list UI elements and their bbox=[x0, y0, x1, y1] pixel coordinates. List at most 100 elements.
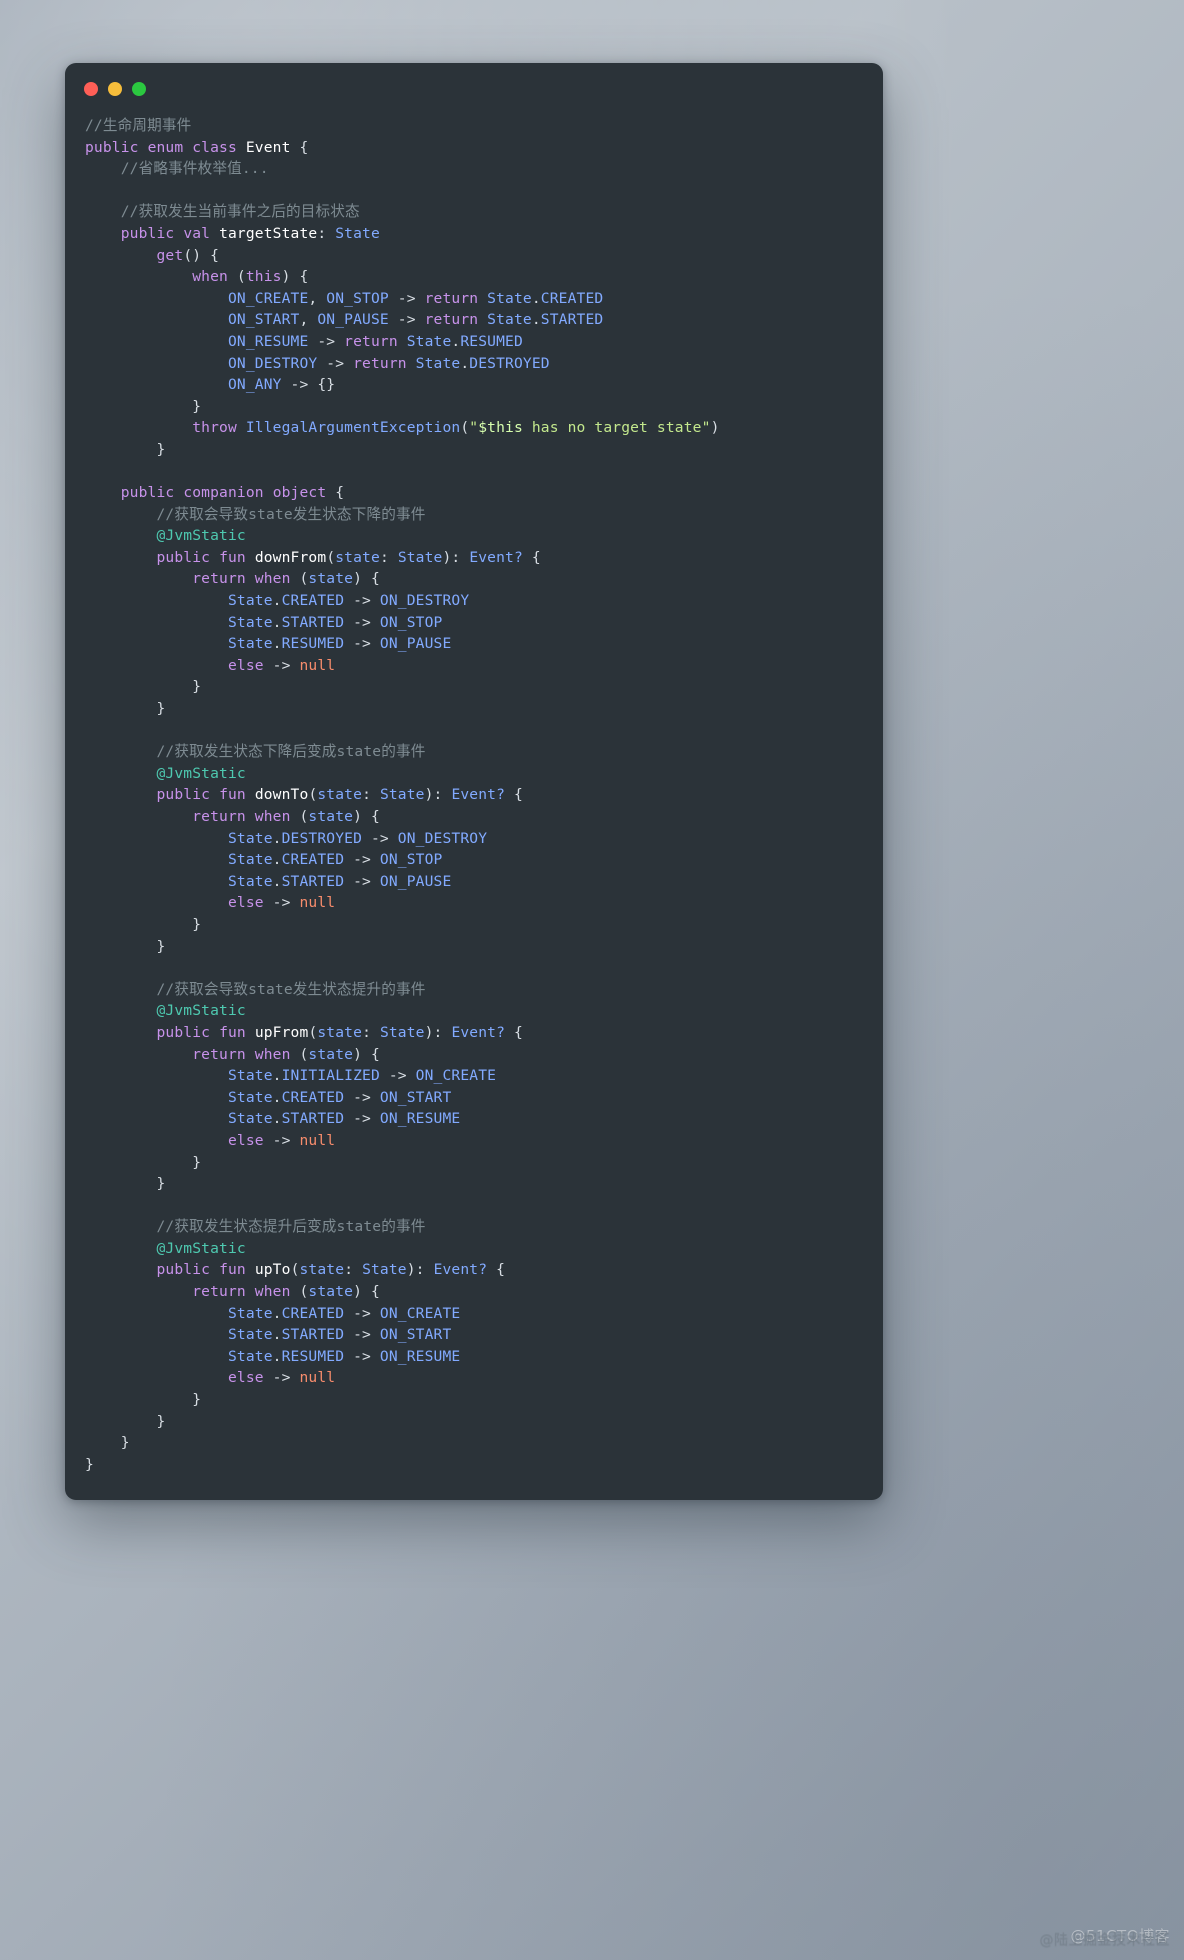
code-token-pun: : bbox=[362, 1023, 380, 1041]
code-token-kw: public bbox=[120, 484, 175, 502]
code-token-enm: DESTROYED bbox=[281, 829, 363, 847]
code-token-pun bbox=[139, 139, 148, 156]
code-token-pun: } bbox=[156, 937, 166, 955]
code-token-pun: } bbox=[120, 1434, 130, 1452]
code-token-pun: : bbox=[317, 224, 336, 242]
code-token-pun: { bbox=[290, 138, 309, 156]
code-token-kw: public bbox=[156, 1261, 211, 1279]
code-token-pun: } bbox=[192, 1391, 202, 1409]
minimize-window-button[interactable] bbox=[108, 82, 122, 96]
code-token-op: -> bbox=[362, 829, 398, 847]
code-token-enm: STARTED bbox=[281, 872, 345, 890]
code-token-enm: CREATED bbox=[281, 592, 345, 610]
code-line: } bbox=[85, 676, 883, 698]
code-token-pun: ): bbox=[424, 786, 452, 804]
code-token-typ: State bbox=[227, 1326, 273, 1344]
code-token-op: -> bbox=[263, 1369, 300, 1387]
code-token-enm: ON_STOP bbox=[326, 289, 389, 307]
code-token-enm: ON_STOP bbox=[379, 613, 443, 631]
code-token-pun bbox=[210, 786, 219, 803]
code-line: get() { bbox=[85, 245, 883, 267]
code-line: return when (state) { bbox=[85, 568, 883, 590]
code-token-pun: ( bbox=[460, 419, 470, 437]
close-window-button[interactable] bbox=[84, 82, 98, 96]
code-token-str: has no target state" bbox=[522, 419, 711, 437]
code-token-kw: return bbox=[424, 289, 479, 307]
code-token-cmt: //获取会导致state发生状态下降的事件 bbox=[156, 505, 426, 523]
code-token-typ: State bbox=[227, 1304, 273, 1322]
code-token-ann: @JvmStatic bbox=[156, 1002, 246, 1020]
code-line: } bbox=[85, 1411, 883, 1433]
code-token-enm: INITIALIZED bbox=[281, 1067, 380, 1085]
code-token-pun bbox=[398, 333, 407, 350]
code-token-cmt: //获取发生状态提升后变成state的事件 bbox=[156, 1218, 426, 1236]
code-line: //获取会导致state发生状态下降的事件 bbox=[85, 504, 883, 526]
code-token-typ: State bbox=[487, 311, 532, 329]
code-token-pun: . bbox=[272, 592, 282, 610]
code-line: @JvmStatic bbox=[85, 763, 883, 785]
code-line: else -> null bbox=[85, 892, 883, 914]
code-token-cmt: //获取发生当前事件之后的目标状态 bbox=[120, 203, 360, 221]
code-line: else -> null bbox=[85, 655, 883, 677]
code-token-op: -> bbox=[317, 354, 354, 372]
code-token-pun: } bbox=[156, 440, 166, 458]
code-token-pun: } bbox=[156, 700, 166, 718]
code-token-pun: . bbox=[272, 872, 282, 890]
code-token-enm: RESUMED bbox=[281, 1347, 345, 1365]
code-token-pun bbox=[246, 1261, 255, 1278]
code-token-pun: ( bbox=[326, 548, 336, 566]
code-token-kw: else bbox=[227, 1131, 264, 1149]
code-token-typ: state bbox=[335, 548, 380, 566]
code-token-kw: object bbox=[272, 484, 327, 502]
code-line: } bbox=[85, 1454, 883, 1476]
code-line: public enum class Event { bbox=[85, 137, 883, 159]
code-line: ON_CREATE, ON_STOP -> return State.CREAT… bbox=[85, 288, 883, 310]
code-token-cmt: //获取会导致state发生状态提升的事件 bbox=[156, 980, 426, 998]
code-token-pun: ( bbox=[290, 1045, 309, 1063]
code-line: //获取发生状态提升后变成state的事件 bbox=[85, 1216, 883, 1238]
code-token-enm: STARTED bbox=[281, 613, 345, 631]
code-token-pun: ): bbox=[424, 1023, 452, 1041]
code-token-kw: return bbox=[344, 332, 398, 350]
code-token-kw: return bbox=[192, 570, 246, 588]
code-token-enm: CREATED bbox=[281, 1088, 345, 1106]
code-token-enm: ON_DESTROY bbox=[227, 354, 318, 372]
code-token-op: -> bbox=[263, 1131, 300, 1149]
code-token-op: -> bbox=[263, 894, 300, 912]
code-line: State.RESUMED -> ON_RESUME bbox=[85, 1346, 883, 1368]
maximize-window-button[interactable] bbox=[132, 82, 146, 96]
code-token-enm: DESTROYED bbox=[469, 354, 550, 372]
code-block[interactable]: //生命周期事件 public enum class Event { //省略事… bbox=[65, 115, 883, 1475]
code-window: //生命周期事件 public enum class Event { //省略事… bbox=[65, 63, 883, 1500]
code-token-kw: return bbox=[353, 354, 407, 372]
code-token-pun: { bbox=[326, 484, 345, 502]
code-line: } bbox=[85, 698, 883, 720]
code-token-kw: return bbox=[192, 808, 246, 825]
code-token-op: -> bbox=[344, 1110, 380, 1128]
code-token-pun bbox=[478, 290, 487, 307]
code-token-pun bbox=[183, 139, 192, 156]
code-token-cls: upTo bbox=[254, 1261, 291, 1279]
code-token-op: -> bbox=[308, 332, 345, 350]
code-token-enm: STARTED bbox=[281, 1326, 345, 1344]
code-token-num: null bbox=[299, 1369, 336, 1387]
code-token-typ: state bbox=[317, 1023, 363, 1041]
code-token-typ: State bbox=[227, 851, 273, 869]
code-token-pun: { bbox=[522, 548, 541, 566]
code-token-kw: return bbox=[424, 311, 479, 329]
code-token-pun bbox=[210, 549, 219, 566]
code-token-enm: ON_CREATE bbox=[379, 1304, 461, 1322]
